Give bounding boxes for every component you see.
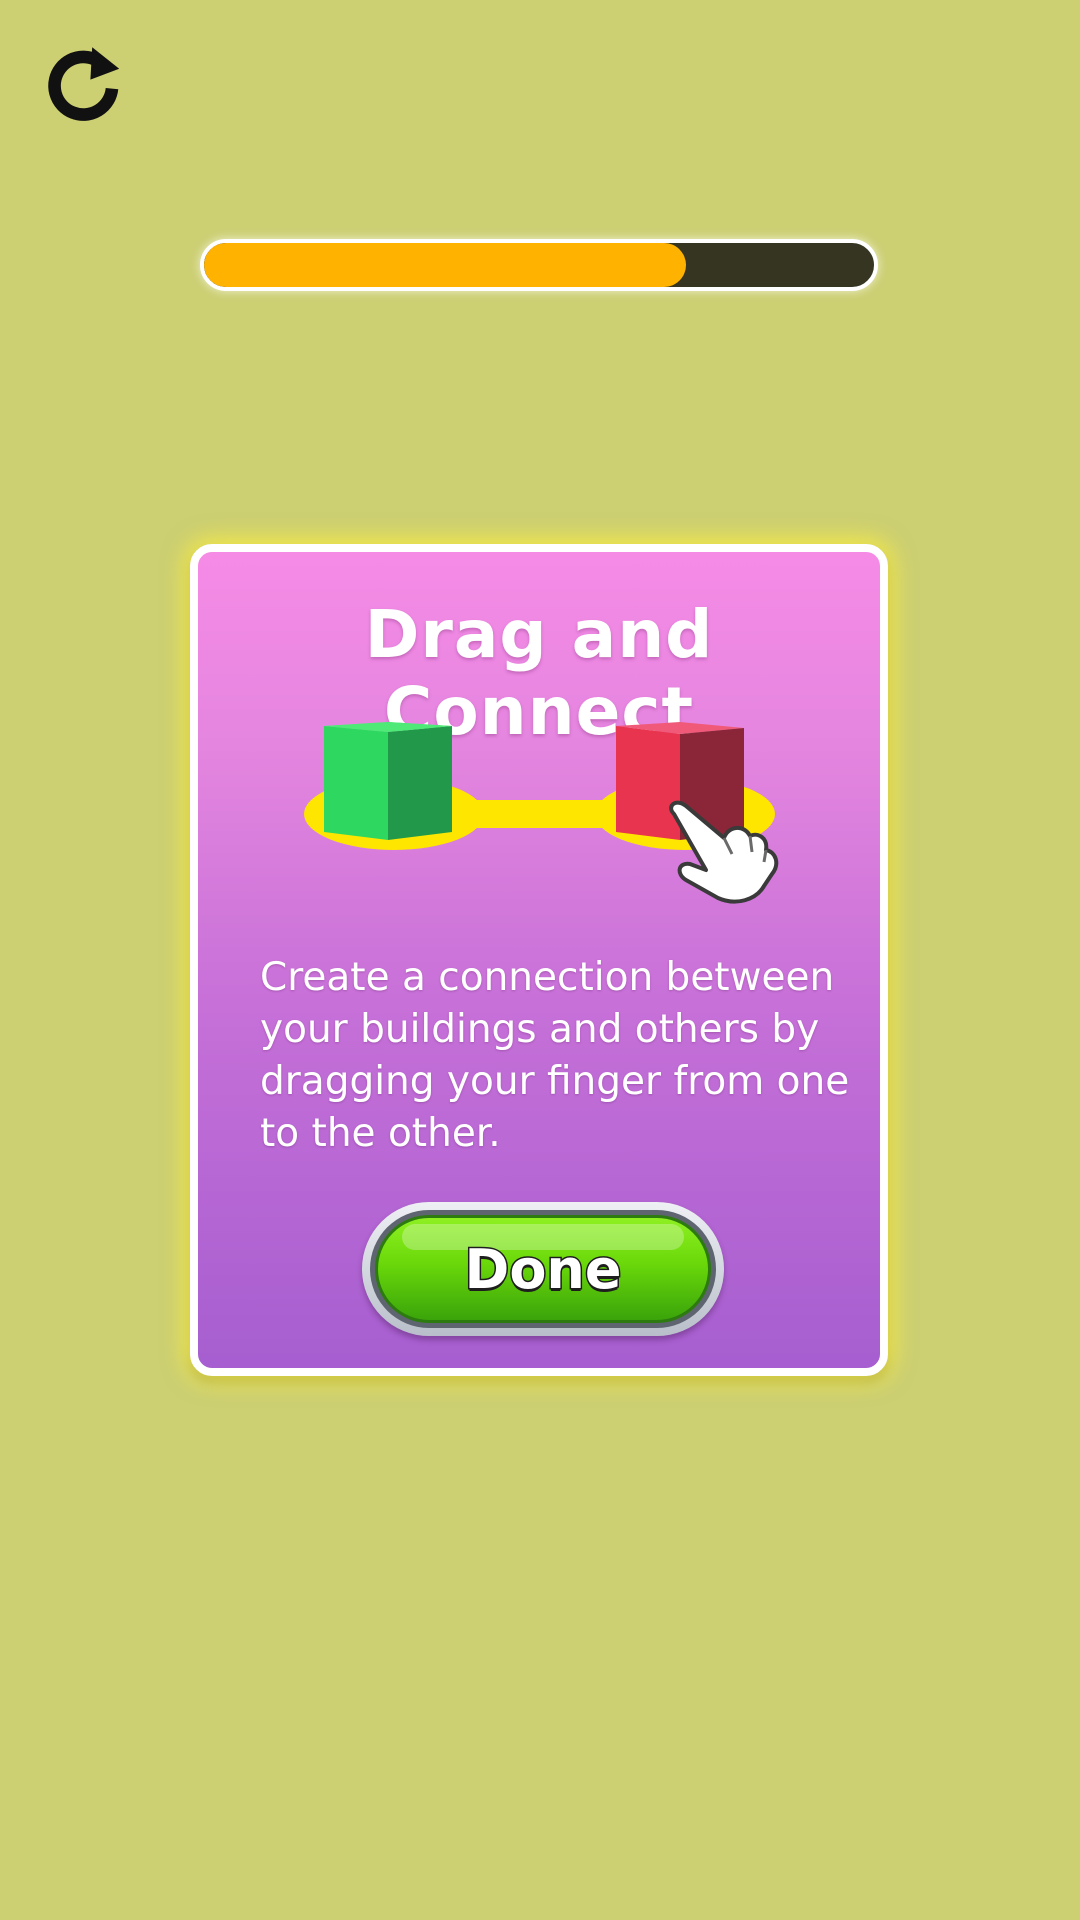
done-button-face: Done <box>375 1215 711 1323</box>
done-button-ring: Done <box>370 1210 716 1328</box>
green-building-block <box>324 722 452 840</box>
tutorial-card: Drag and Connect Create a connection bet… <box>190 544 888 1376</box>
done-button-label: Done <box>463 1236 623 1302</box>
tutorial-illustration <box>198 704 880 944</box>
done-button[interactable]: Done <box>362 1202 724 1336</box>
restart-button[interactable] <box>40 40 130 130</box>
restart-icon <box>48 47 120 121</box>
level-progress-bar <box>200 239 878 291</box>
tutorial-description: Create a connection between your buildin… <box>260 955 850 1156</box>
level-progress-fill <box>204 243 687 287</box>
